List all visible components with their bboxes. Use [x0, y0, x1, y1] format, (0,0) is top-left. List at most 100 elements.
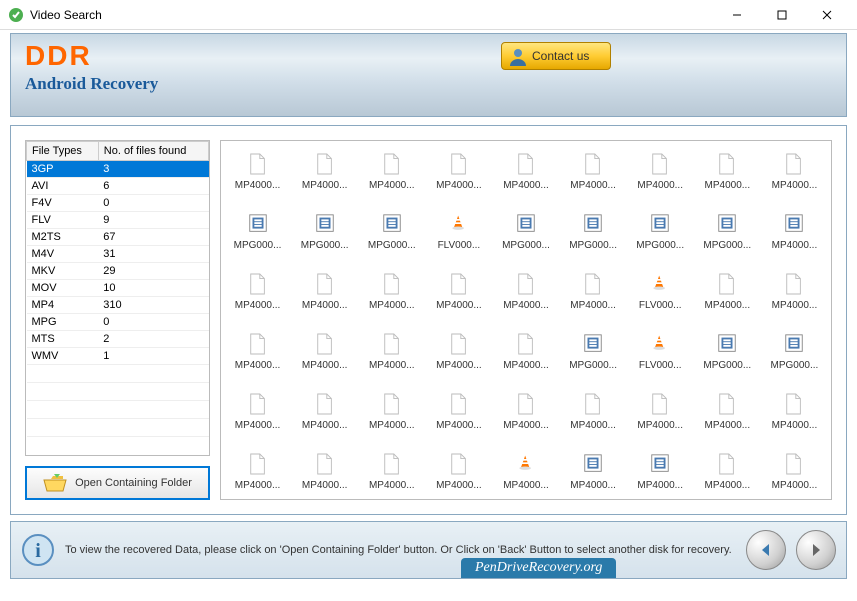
file-item[interactable]: MP4000... [762, 391, 827, 431]
table-row[interactable]: MOV10 [27, 280, 209, 297]
file-item[interactable]: FLV000... [628, 271, 693, 311]
file-item[interactable]: MP4000... [561, 451, 626, 491]
back-button[interactable] [746, 530, 786, 570]
file-blank-icon [315, 332, 335, 356]
file-item[interactable]: MP4000... [493, 151, 558, 191]
table-row[interactable]: MTS2 [27, 331, 209, 348]
file-item[interactable]: MP4000... [493, 451, 558, 491]
file-item[interactable]: MP4000... [561, 271, 626, 311]
file-item[interactable]: MP4000... [292, 451, 357, 491]
file-item[interactable]: MP4000... [493, 391, 558, 431]
file-item[interactable]: MPG000... [561, 331, 626, 371]
file-blank-icon [583, 392, 603, 416]
titlebar: Video Search [0, 0, 857, 30]
file-mpg-icon [582, 213, 604, 235]
file-item[interactable]: MP4000... [695, 271, 760, 311]
file-item[interactable]: MPG000... [695, 211, 760, 251]
contact-us-button[interactable]: Contact us [501, 42, 611, 70]
person-icon [508, 46, 528, 66]
file-item[interactable]: MPG000... [292, 211, 357, 251]
file-mpg-icon [314, 213, 336, 235]
open-folder-label: Open Containing Folder [75, 477, 192, 489]
file-item[interactable]: MP4000... [695, 391, 760, 431]
file-blank-icon [382, 332, 402, 356]
table-row[interactable]: F4V0 [27, 195, 209, 212]
col-count[interactable]: No. of files found [98, 142, 208, 161]
file-item[interactable]: MP4000... [762, 271, 827, 311]
file-blank-icon [382, 392, 402, 416]
file-item[interactable]: FLV000... [628, 331, 693, 371]
file-item[interactable]: MP4000... [292, 151, 357, 191]
file-item[interactable]: MP4000... [628, 391, 693, 431]
file-item[interactable]: MP4000... [762, 211, 827, 251]
file-item[interactable]: MPG000... [359, 211, 424, 251]
file-blank-icon [315, 272, 335, 296]
table-row[interactable]: WMV1 [27, 348, 209, 365]
next-button[interactable] [796, 530, 836, 570]
back-arrow-icon [757, 541, 775, 559]
open-containing-folder-button[interactable]: Open Containing Folder [25, 466, 210, 501]
file-item[interactable]: MPG000... [493, 211, 558, 251]
file-item[interactable]: MP4000... [426, 451, 491, 491]
svg-text:i: i [35, 540, 41, 562]
file-item[interactable]: MP4000... [426, 331, 491, 371]
file-item[interactable]: MP4000... [426, 271, 491, 311]
file-item[interactable]: MP4000... [628, 451, 693, 491]
file-item[interactable]: MP4000... [225, 331, 290, 371]
file-grid[interactable]: MP4000...MP4000...MP4000...MP4000...MP40… [221, 141, 831, 499]
file-item[interactable]: MP4000... [695, 451, 760, 491]
file-blank-icon [315, 152, 335, 176]
table-row[interactable]: MKV29 [27, 263, 209, 280]
file-item[interactable]: MP4000... [225, 451, 290, 491]
table-row[interactable]: M4V31 [27, 246, 209, 263]
table-row[interactable]: 3GP3 [27, 161, 209, 178]
forward-arrow-icon [807, 541, 825, 559]
file-item[interactable]: MP4000... [762, 451, 827, 491]
table-row[interactable]: M2TS67 [27, 229, 209, 246]
file-item[interactable]: MP4000... [628, 151, 693, 191]
file-types-table[interactable]: File Types No. of files found 3GP3AVI6F4… [25, 140, 210, 456]
table-row[interactable]: FLV9 [27, 212, 209, 229]
file-item[interactable]: MP4000... [292, 271, 357, 311]
close-button[interactable] [804, 0, 849, 29]
brand-subtitle: Android Recovery [25, 74, 832, 94]
file-item[interactable]: MP4000... [225, 271, 290, 311]
file-mpg-icon [582, 453, 604, 475]
file-blank-icon [248, 452, 268, 476]
file-item[interactable]: MPG000... [628, 211, 693, 251]
file-item[interactable]: FLV000... [426, 211, 491, 251]
table-row[interactable]: MPG0 [27, 314, 209, 331]
file-item[interactable]: MP4000... [762, 151, 827, 191]
minimize-button[interactable] [714, 0, 759, 29]
watermark-link[interactable]: PenDriveRecovery.org [461, 558, 616, 578]
file-item[interactable]: MP4000... [426, 151, 491, 191]
file-blank-icon [449, 332, 469, 356]
table-row[interactable]: AVI6 [27, 178, 209, 195]
file-item[interactable]: MP4000... [359, 271, 424, 311]
file-item[interactable]: MP4000... [292, 391, 357, 431]
file-item[interactable]: MP4000... [225, 391, 290, 431]
file-item[interactable]: MP4000... [695, 151, 760, 191]
file-item[interactable]: MP4000... [426, 391, 491, 431]
file-item[interactable]: MPG000... [561, 211, 626, 251]
table-row[interactable]: MP4310 [27, 297, 209, 314]
file-item[interactable]: MP4000... [225, 151, 290, 191]
file-blank-icon [784, 452, 804, 476]
file-item[interactable]: MP4000... [359, 331, 424, 371]
file-blank-icon [449, 452, 469, 476]
file-item[interactable]: MPG000... [762, 331, 827, 371]
file-item[interactable]: MPG000... [695, 331, 760, 371]
file-blank-icon [784, 152, 804, 176]
file-item[interactable]: MP4000... [561, 391, 626, 431]
file-item[interactable]: MPG000... [225, 211, 290, 251]
file-item[interactable]: MP4000... [359, 451, 424, 491]
file-mpg-icon [783, 213, 805, 235]
col-file-types[interactable]: File Types [27, 142, 99, 161]
file-item[interactable]: MP4000... [292, 331, 357, 371]
file-item[interactable]: MP4000... [561, 151, 626, 191]
file-item[interactable]: MP4000... [359, 151, 424, 191]
file-item[interactable]: MP4000... [359, 391, 424, 431]
file-item[interactable]: MP4000... [493, 271, 558, 311]
maximize-button[interactable] [759, 0, 804, 29]
file-item[interactable]: MP4000... [493, 331, 558, 371]
